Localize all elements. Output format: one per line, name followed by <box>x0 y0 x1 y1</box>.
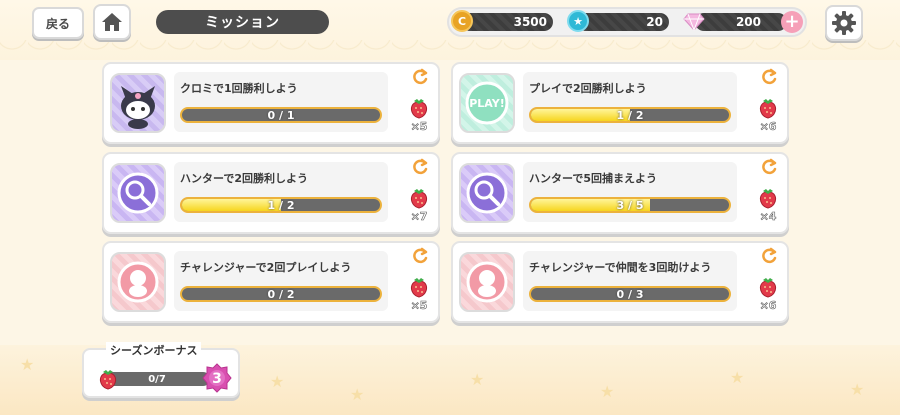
currency-bar: 3500 C 20 ★ 200 + <box>447 7 807 37</box>
mission-text: ハンターで2回勝利しよう <box>180 172 308 185</box>
gem-icon <box>683 10 705 32</box>
mission-card[interactable]: PLAY! プレイで2回勝利しよう 1 / 2 ×6 <box>451 62 789 144</box>
refresh-mission-button[interactable] <box>408 247 432 269</box>
star-decoration: ★ <box>270 372 285 391</box>
reward-count: ×5 <box>410 120 428 134</box>
home-icon <box>102 13 122 31</box>
season-bonus-panel[interactable]: シーズンボーナス 0/7 3 <box>82 342 240 398</box>
mission-reward: ×7 <box>405 186 433 226</box>
mission-progress-label: 0 / 2 <box>267 287 295 301</box>
mission-progress-bar: 1 / 2 <box>180 197 382 213</box>
mission-progress-bar: 0 / 2 <box>180 286 382 302</box>
mission-reward: ×5 <box>405 96 433 136</box>
back-button[interactable]: 戻る <box>32 7 84 39</box>
settings-button[interactable] <box>825 5 863 41</box>
star-decoration: ★ <box>850 380 865 399</box>
refresh-icon <box>759 67 779 91</box>
gear-icon <box>832 11 856 35</box>
refresh-icon <box>410 157 430 181</box>
challenger-icon <box>459 252 515 312</box>
mission-card[interactable]: ハンターで5回捕まえよう 3 / 5 ×4 <box>451 152 789 234</box>
bunting-decoration <box>0 40 900 60</box>
star-decoration: ★ <box>600 382 615 401</box>
refresh-mission-button[interactable] <box>408 68 432 90</box>
coin-count: 3500 <box>461 13 553 31</box>
reward-count: ×6 <box>759 299 777 313</box>
season-level-badge: 3 <box>202 363 232 393</box>
season-bonus-title: シーズンボーナス <box>106 342 202 358</box>
mission-progress-label: 0 / 3 <box>616 287 644 301</box>
mission-reward: ×6 <box>754 96 782 136</box>
mission-progress-label: 1 / 2 <box>616 108 644 122</box>
mission-card[interactable]: チャレンジャーで仲間を3回助けよう 0 / 3 ×6 <box>451 241 789 323</box>
mission-card[interactable]: クロミで1回勝利しよう 0 / 1 ×5 <box>102 62 440 144</box>
star-count: 20 <box>577 13 669 31</box>
reward-count: ×6 <box>759 120 777 134</box>
refresh-icon <box>410 246 430 270</box>
star-decoration: ★ <box>470 370 485 389</box>
page-title: ミッション <box>156 10 329 34</box>
mission-progress-label: 0 / 1 <box>267 108 295 122</box>
mission-body: チャレンジャーで2回プレイしよう 0 / 2 <box>174 251 388 311</box>
kuromi-icon <box>110 73 166 133</box>
mission-body: チャレンジャーで仲間を3回助けよう 0 / 3 <box>523 251 737 311</box>
mission-reward: ×4 <box>754 186 782 226</box>
star-decoration: ★ <box>20 355 35 374</box>
star-decoration: ★ <box>730 368 745 387</box>
refresh-mission-button[interactable] <box>757 247 781 269</box>
strawberry-icon <box>99 370 117 390</box>
mission-progress-bar: 1 / 2 <box>529 107 731 123</box>
home-button[interactable] <box>93 4 131 40</box>
refresh-mission-button[interactable] <box>757 158 781 180</box>
mission-text: チャレンジャーで2回プレイしよう <box>180 261 352 274</box>
refresh-icon <box>759 157 779 181</box>
mission-progress-bar: 3 / 5 <box>529 197 731 213</box>
mission-body: クロミで1回勝利しよう 0 / 1 <box>174 72 388 132</box>
mission-reward: ×6 <box>754 275 782 315</box>
mission-text: プレイで2回勝利しよう <box>529 82 647 95</box>
mission-card[interactable]: ハンターで2回勝利しよう 1 / 2 ×7 <box>102 152 440 234</box>
gem-count: 200 <box>695 13 787 31</box>
mission-body: プレイで2回勝利しよう 1 / 2 <box>523 72 737 132</box>
hunter-icon <box>459 163 515 223</box>
reward-count: ×4 <box>759 210 777 224</box>
play-icon: PLAY! <box>459 73 515 133</box>
reward-count: ×7 <box>410 210 428 224</box>
reward-count: ×5 <box>410 299 428 313</box>
refresh-icon <box>759 246 779 270</box>
refresh-icon <box>410 67 430 91</box>
mission-reward: ×5 <box>405 275 433 315</box>
star-coin-icon: ★ <box>567 10 589 32</box>
mission-text: チャレンジャーで仲間を3回助けよう <box>529 261 712 274</box>
svg-text:PLAY!: PLAY! <box>469 97 505 110</box>
mission-progress-bar: 0 / 3 <box>529 286 731 302</box>
coin-icon: C <box>451 10 473 32</box>
mission-progress-bar: 0 / 1 <box>180 107 382 123</box>
mission-body: ハンターで2回勝利しよう 1 / 2 <box>174 162 388 222</box>
hunter-icon <box>110 163 166 223</box>
mission-progress-label: 3 / 5 <box>616 198 644 212</box>
mission-progress-label: 1 / 2 <box>267 198 295 212</box>
mission-text: ハンターで5回捕まえよう <box>529 172 657 185</box>
star-decoration: ★ <box>350 385 365 404</box>
mission-text: クロミで1回勝利しよう <box>180 82 298 95</box>
refresh-mission-button[interactable] <box>408 158 432 180</box>
refresh-mission-button[interactable] <box>757 68 781 90</box>
mission-body: ハンターで5回捕まえよう 3 / 5 <box>523 162 737 222</box>
add-gems-button[interactable]: + <box>781 11 803 33</box>
mission-card[interactable]: チャレンジャーで2回プレイしよう 0 / 2 ×5 <box>102 241 440 323</box>
challenger-icon <box>110 252 166 312</box>
season-level-number: 3 <box>212 371 222 387</box>
